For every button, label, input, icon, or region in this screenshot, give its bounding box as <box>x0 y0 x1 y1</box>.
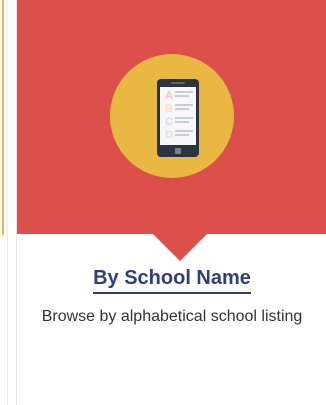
adjacent-card-accent <box>2 0 4 235</box>
phone-list-icon: A B C D <box>157 79 199 157</box>
card-title: By School Name <box>17 266 326 294</box>
card-description: Browse by alphabetical school listing <box>41 308 303 325</box>
adjacent-card-edge <box>0 0 8 405</box>
icon-letter-a: A <box>165 90 173 102</box>
browse-by-school-name-card[interactable]: A B C D By School Name Browse by alphabe… <box>16 0 326 405</box>
adjacent-card-shadow <box>7 0 8 405</box>
icon-circle: A B C D <box>110 54 234 178</box>
by-school-name-link[interactable]: By School Name <box>93 266 251 294</box>
card-hero: A B C D <box>17 0 326 234</box>
icon-letter-d: D <box>165 129 173 141</box>
icon-letter-b: B <box>165 103 173 115</box>
icon-letter-c: C <box>165 116 173 128</box>
hero-pointer <box>153 234 207 261</box>
